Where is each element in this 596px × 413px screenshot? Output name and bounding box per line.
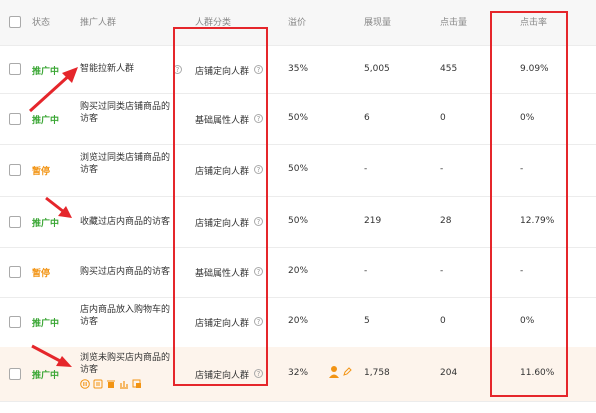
- premium-value[interactable]: 50%: [288, 113, 308, 123]
- impressions-value: 6: [364, 113, 370, 123]
- premium-value[interactable]: 35%: [288, 64, 308, 74]
- row-checkbox[interactable]: [9, 266, 21, 278]
- premium-value[interactable]: 20%: [288, 266, 308, 276]
- row-actions: [80, 379, 142, 389]
- delete-icon[interactable]: [106, 379, 116, 389]
- row-checkbox[interactable]: [9, 216, 21, 228]
- audience-name[interactable]: 收藏过店内商品的访客: [80, 216, 180, 228]
- audience-name[interactable]: 浏览过同类店铺商品的访客: [80, 152, 172, 176]
- clicks-value: -: [440, 266, 444, 276]
- arrow-annotation: [31, 344, 72, 367]
- premium-value[interactable]: 32%: [288, 368, 308, 378]
- audience-name[interactable]: 智能拉新人群: [80, 63, 180, 75]
- clicks-value: 28: [440, 216, 452, 226]
- header-premium[interactable]: 溢价: [288, 15, 306, 28]
- report-icon[interactable]: [132, 379, 142, 389]
- pause-icon[interactable]: [80, 379, 90, 389]
- annotation-box-ctr: [490, 11, 568, 397]
- arrow-annotation: [28, 67, 78, 113]
- clicks-value: 0: [440, 113, 446, 123]
- status-badge: 推广中: [32, 319, 60, 329]
- impressions-value: 5: [364, 316, 370, 326]
- premium-value[interactable]: 50%: [288, 164, 308, 174]
- chart-icon[interactable]: [119, 379, 129, 389]
- audience-name[interactable]: 购买过店内商品的访客: [80, 266, 180, 278]
- edit-icon[interactable]: [93, 379, 103, 389]
- clicks-value: -: [440, 164, 444, 174]
- header-status[interactable]: 状态: [32, 15, 50, 28]
- impressions-value: -: [364, 164, 368, 174]
- clicks-value: 455: [440, 64, 458, 74]
- impressions-value: 219: [364, 216, 382, 226]
- audience-name[interactable]: 店内商品放入购物车的访客: [80, 304, 172, 328]
- clicks-value: 0: [440, 316, 446, 326]
- status-badge: 暂停: [32, 167, 51, 177]
- clicks-value: 204: [440, 368, 458, 378]
- premium-value[interactable]: 20%: [288, 316, 308, 326]
- header-clicks[interactable]: 点击量: [440, 15, 467, 28]
- annotation-box-category: [173, 27, 268, 386]
- row-checkbox[interactable]: [9, 63, 21, 75]
- arrow-annotation: [45, 196, 72, 218]
- person-icon[interactable]: [329, 365, 341, 379]
- pencil-icon[interactable]: [343, 367, 352, 376]
- impressions-value: 5,005: [364, 64, 390, 74]
- row-checkbox[interactable]: [9, 316, 21, 328]
- audience-name[interactable]: 购买过同类店铺商品的访客: [80, 101, 172, 125]
- impressions-value: 1,758: [364, 368, 390, 378]
- row-checkbox[interactable]: [9, 368, 21, 380]
- premium-value[interactable]: 50%: [288, 216, 308, 226]
- header-impressions[interactable]: 展现量: [364, 15, 391, 28]
- status-badge: 暂停: [32, 269, 51, 279]
- header-name[interactable]: 推广人群: [80, 15, 116, 28]
- select-all-checkbox[interactable]: [9, 16, 21, 28]
- audience-name[interactable]: 浏览未购买店内商品的访客: [80, 352, 172, 376]
- row-checkbox[interactable]: [9, 164, 21, 176]
- impressions-value: -: [364, 266, 368, 276]
- row-checkbox[interactable]: [9, 113, 21, 125]
